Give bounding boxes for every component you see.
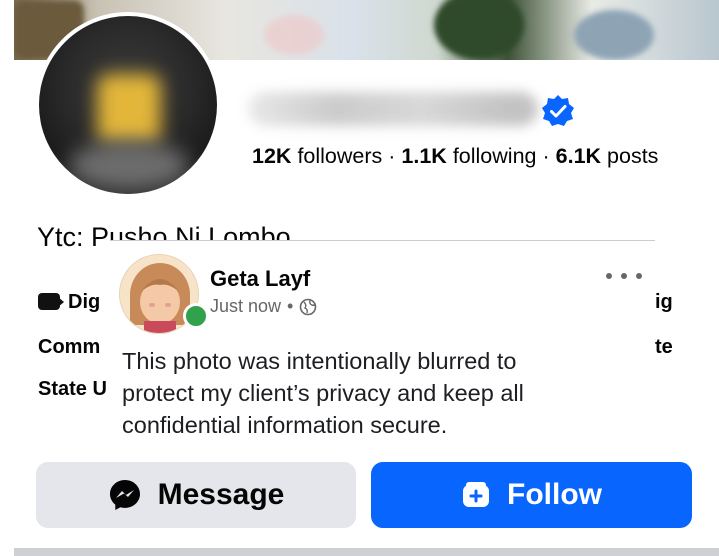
posts-count: 6.1K: [555, 144, 602, 168]
message-label: Message: [157, 478, 285, 511]
followers-label[interactable]: followers: [297, 144, 382, 168]
follow-button[interactable]: Follow: [371, 462, 692, 528]
info-row-community: Comm: [38, 336, 101, 358]
info-left-1: Dig: [68, 291, 101, 313]
info-row-state: State U: [38, 378, 107, 400]
video-icon: [38, 293, 64, 310]
verified-badge-icon: [542, 95, 574, 126]
following-label[interactable]: following: [453, 144, 537, 168]
post-meta: Just now •: [210, 296, 317, 317]
profile-avatar[interactable]: [35, 12, 221, 198]
globe-icon[interactable]: [299, 298, 317, 316]
add-friend-icon: [463, 482, 489, 507]
post-text: This photo was intentionally blurred to …: [122, 348, 524, 438]
online-status-dot: [183, 303, 209, 329]
info-row-digital: Dig: [38, 291, 100, 314]
info-row-right-2: te: [655, 336, 673, 358]
messenger-icon: [109, 480, 140, 510]
posts-label: posts: [607, 144, 659, 168]
profile-stats: 12K followers · 1.1K following · 6.1K po…: [252, 144, 658, 169]
meta-separator: •: [287, 296, 294, 316]
post-card: Geta Layf Just now • This photo was inten…: [110, 240, 655, 446]
following-count[interactable]: 1.1K: [401, 144, 446, 168]
follow-label: Follow: [507, 478, 602, 511]
section-divider: [14, 548, 719, 556]
followers-count[interactable]: 12K: [252, 144, 291, 168]
profile-name-blurred: [248, 92, 538, 126]
message-button[interactable]: Message: [36, 462, 356, 528]
stats-separator: ·: [388, 144, 396, 168]
more-options-button[interactable]: [606, 267, 642, 285]
blurred-profile-photo: [39, 16, 217, 194]
stats-separator: ·: [542, 144, 550, 168]
info-row-right-1: ig: [655, 291, 673, 313]
post-time[interactable]: Just now: [210, 296, 281, 316]
post-author-name[interactable]: Geta Layf: [210, 266, 310, 292]
